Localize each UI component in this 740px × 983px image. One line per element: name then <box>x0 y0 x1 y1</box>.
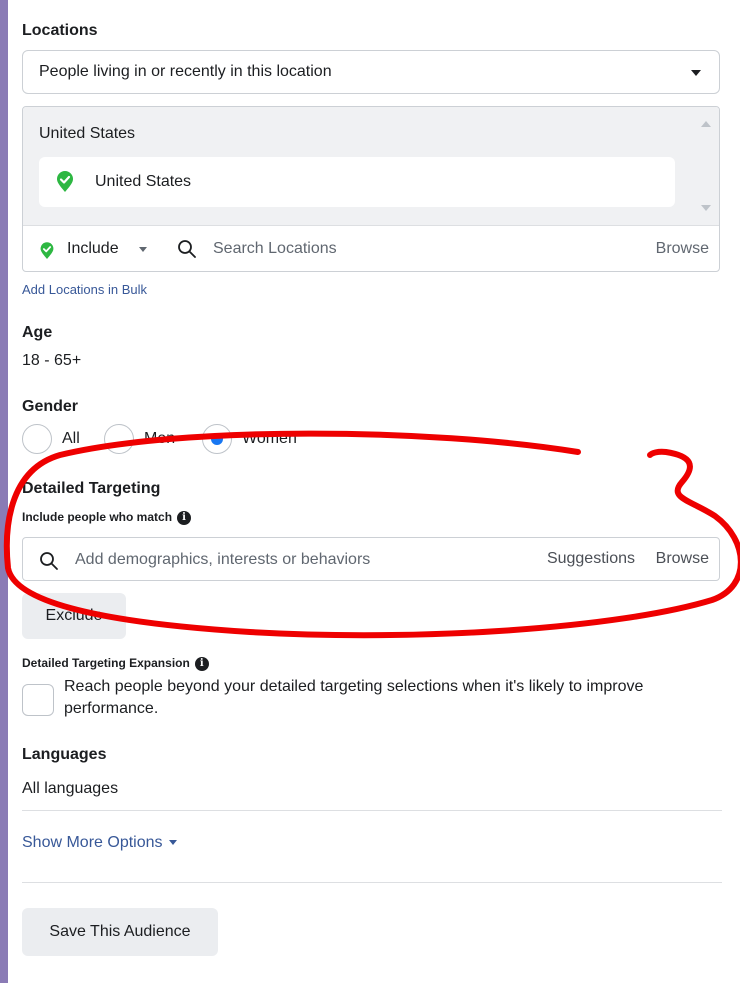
gender-women-label[interactable]: Women <box>242 430 297 448</box>
caret-down-icon <box>691 70 701 76</box>
audience-panel: Locations People living in or recently i… <box>8 0 740 983</box>
locations-title: Locations <box>22 22 98 39</box>
suggestions-button[interactable]: Suggestions <box>547 550 635 568</box>
gender-title: Gender <box>22 398 79 415</box>
expansion-title-row: Detailed Targeting Expansion i <box>22 656 209 671</box>
show-more-options-link[interactable]: Show More Options <box>22 834 177 852</box>
location-search-input[interactable]: Search Locations <box>213 240 337 258</box>
divider <box>22 810 722 811</box>
divider <box>22 882 722 883</box>
info-icon[interactable]: i <box>177 511 192 525</box>
location-browse-button[interactable]: Browse <box>656 240 709 258</box>
detailed-targeting-search[interactable]: Add demographics, interests or behaviors… <box>22 537 720 581</box>
location-pin-icon <box>55 171 75 198</box>
search-icon <box>39 551 59 576</box>
gender-all-radio[interactable] <box>22 424 52 454</box>
languages-title: Languages <box>22 746 107 763</box>
expansion-checkbox-label[interactable]: Reach people beyond your detailed target… <box>64 676 724 720</box>
detailed-targeting-title: Detailed Targeting <box>22 480 161 497</box>
search-icon <box>177 239 197 264</box>
languages-value[interactable]: All languages <box>22 780 118 798</box>
include-dropdown[interactable]: Include <box>67 240 119 258</box>
age-title: Age <box>22 324 53 341</box>
location-type-dropdown[interactable]: People living in or recently in this loc… <box>22 50 720 94</box>
include-pin-icon <box>39 242 55 265</box>
location-search-bar: Include Search Locations Browse <box>23 225 719 271</box>
selected-locations-list: United States United States <box>23 107 719 225</box>
expansion-title: Detailed Targeting Expansion <box>22 656 190 670</box>
gender-women-radio[interactable] <box>202 424 232 454</box>
gender-men-label[interactable]: Men <box>144 430 175 448</box>
gender-men-radio[interactable] <box>104 424 134 454</box>
age-value[interactable]: 18 - 65+ <box>22 352 81 370</box>
scroll-up-icon[interactable] <box>701 121 711 127</box>
chevron-down-icon <box>168 840 177 845</box>
scroll-down-icon[interactable] <box>701 205 711 211</box>
info-icon[interactable]: i <box>194 657 209 671</box>
show-more-options-label: Show More Options <box>22 834 163 851</box>
detailed-targeting-browse-button[interactable]: Browse <box>656 550 709 568</box>
include-caret-icon[interactable] <box>139 247 147 252</box>
include-people-label: Include people who match i <box>22 510 192 525</box>
include-people-text: Include people who match <box>22 510 173 524</box>
selected-location-chip[interactable]: United States <box>39 157 675 207</box>
selected-location-label: United States <box>95 173 192 190</box>
exclude-button[interactable]: Exclude <box>22 593 126 639</box>
add-locations-bulk-link[interactable]: Add Locations in Bulk <box>22 282 147 297</box>
save-audience-button[interactable]: Save This Audience <box>22 908 218 956</box>
gender-all-label[interactable]: All <box>62 430 80 448</box>
location-group-label: United States <box>39 125 136 142</box>
detailed-targeting-input[interactable]: Add demographics, interests or behaviors <box>75 551 370 569</box>
location-type-value: People living in or recently in this loc… <box>39 63 332 80</box>
location-selector: United States United States Include Sear… <box>22 106 720 272</box>
expansion-checkbox[interactable] <box>22 684 54 716</box>
